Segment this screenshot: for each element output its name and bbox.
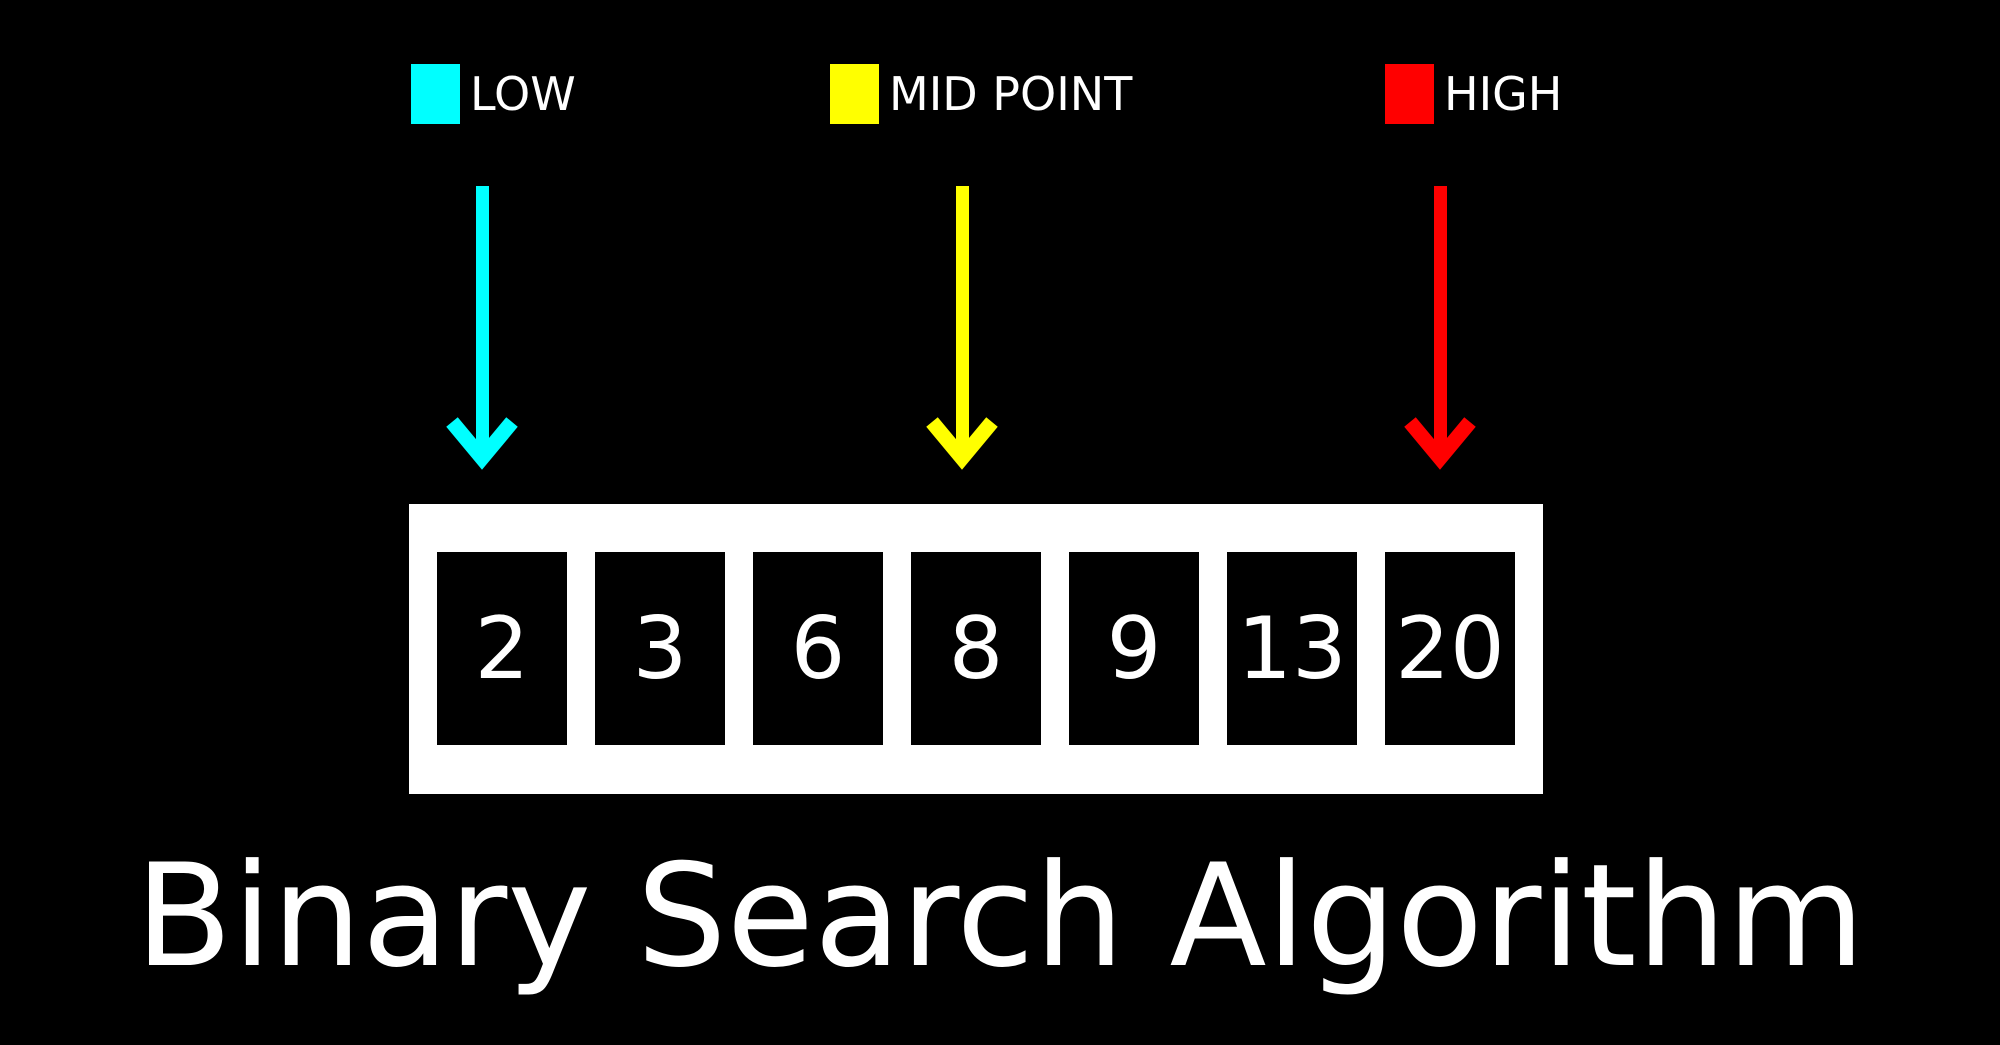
low-color-swatch: [411, 64, 460, 124]
legend-mid-label: MID POINT: [889, 67, 1133, 121]
array-cell: 20: [1385, 552, 1515, 745]
legend-mid: MID POINT: [830, 64, 1132, 124]
array-cell-value: 8: [948, 598, 1004, 699]
legend-low: LOW: [411, 64, 576, 124]
mid-arrow-icon: [926, 186, 998, 470]
low-arrow-icon: [446, 186, 518, 470]
legend-low-label: LOW: [470, 67, 576, 121]
high-arrow-icon: [1404, 186, 1476, 470]
page-title: Binary Search Algorithm: [135, 834, 1865, 999]
array-cell-value: 2: [474, 598, 530, 699]
array-cell: 3: [595, 552, 725, 745]
array-cell: 2: [437, 552, 567, 745]
array-cell: 8: [911, 552, 1041, 745]
array-cell-value: 13: [1237, 598, 1347, 699]
array-cell-value: 3: [632, 598, 688, 699]
array-cell-value: 9: [1106, 598, 1162, 699]
mid-color-swatch: [830, 64, 879, 124]
legend-high: HIGH: [1385, 64, 1562, 124]
array-cell: 13: [1227, 552, 1357, 745]
sorted-array: 2 3 6 8 9 13 20: [409, 504, 1543, 794]
legend-high-label: HIGH: [1444, 67, 1563, 121]
high-color-swatch: [1385, 64, 1434, 124]
array-cell-value: 20: [1395, 598, 1505, 699]
array-cell: 6: [753, 552, 883, 745]
array-cell-value: 6: [790, 598, 846, 699]
array-cell: 9: [1069, 552, 1199, 745]
